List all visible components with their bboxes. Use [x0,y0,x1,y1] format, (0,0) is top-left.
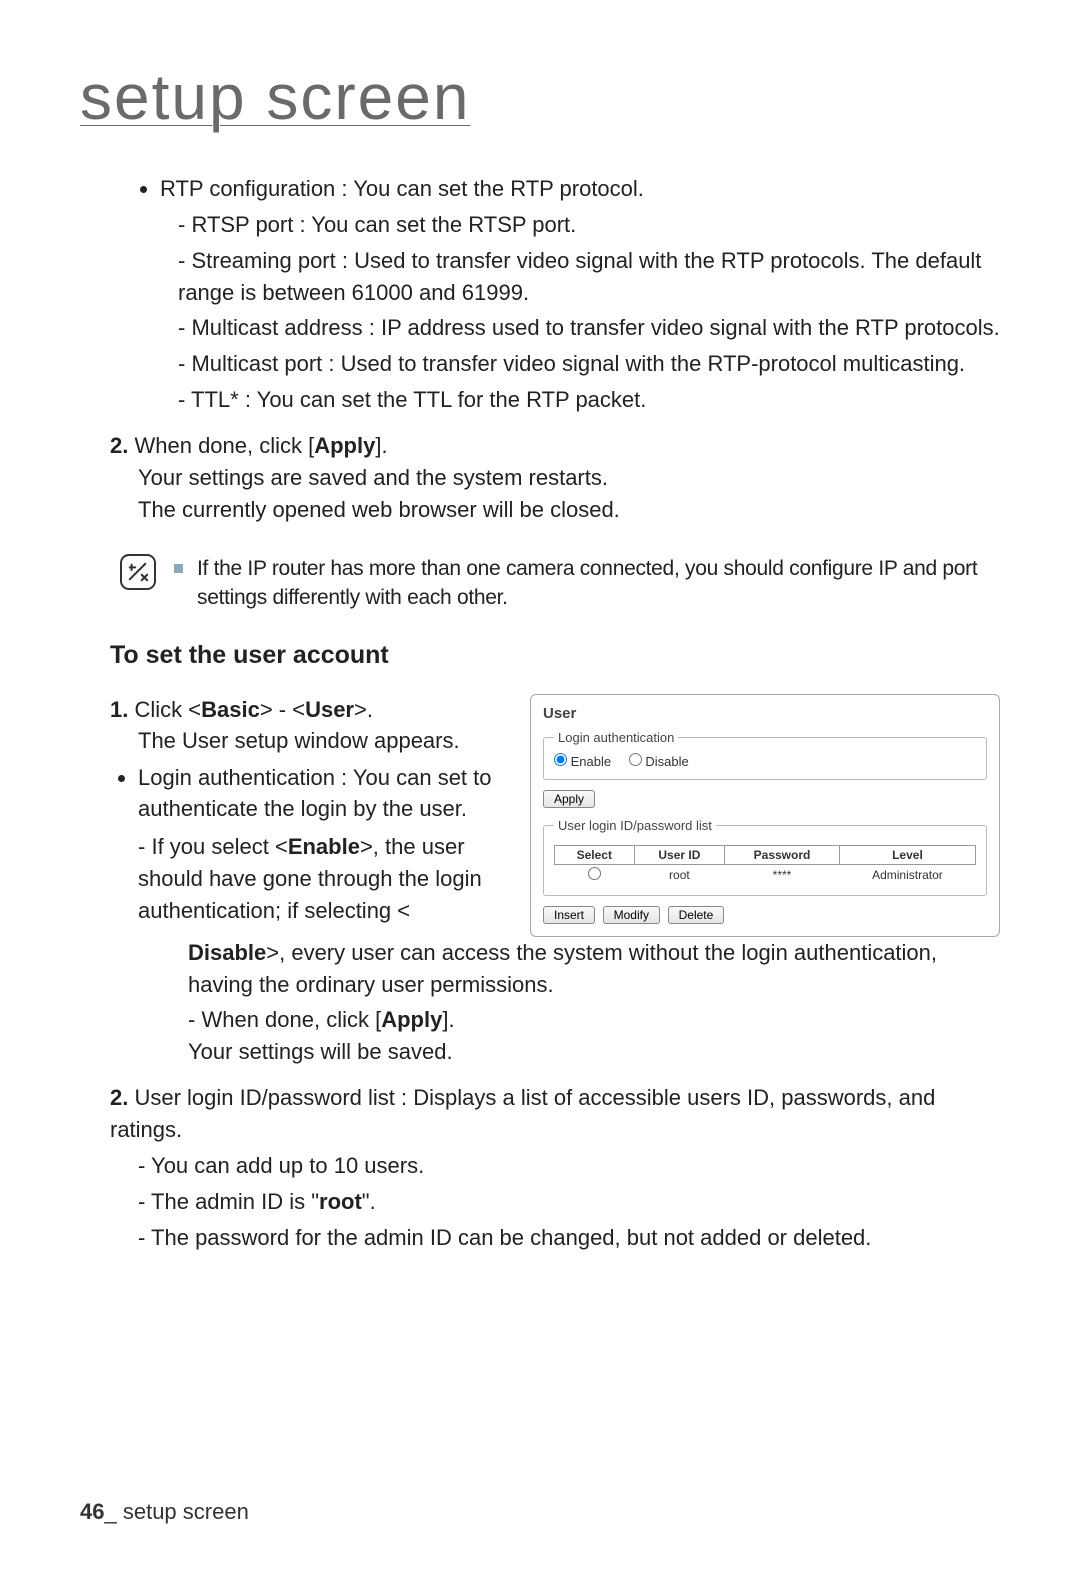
apply-label: Apply [314,433,375,458]
insert-button[interactable]: Insert [543,906,595,924]
section-heading: To set the user account [110,641,1000,670]
ua2-d3: The password for the admin ID can be cha… [138,1222,1000,1254]
page-number: 46 [80,1499,104,1524]
step2-line1a: When done, click [ [134,433,314,458]
basic-label: Basic [201,697,260,722]
apply-sub: Your settings will be saved. [188,1036,1000,1068]
body-content: RTP configuration : You can set the RTP … [80,174,1000,526]
rtp-item: Multicast port : Used to transfer video … [178,348,1000,380]
ua2-d2: The admin ID is "root". [138,1186,1000,1218]
ua-step-2: 2. User login ID/password list : Display… [110,1082,1000,1253]
cell-userid: root [634,864,725,885]
note-icon [120,554,156,590]
th-level: Level [839,845,975,864]
note-block: If the IP router has more than one camer… [120,554,1000,613]
login-auth-legend: Login authentication [554,730,678,745]
t: Click < [134,697,201,722]
note-text: If the IP router has more than one camer… [197,554,1000,613]
panel-title: User [543,705,987,722]
t: Enable [571,754,611,769]
rtp-item: TTL* : You can set the TTL for the RTP p… [178,384,1000,416]
step2-line1c: ]. [375,433,387,458]
enable-disable-note: If you select <Enable>, the user should … [138,831,506,927]
table-row: root **** Administrator [555,864,976,885]
rtp-item: Streaming port : Used to transfer video … [178,245,1000,309]
user-settings-panel: User Login authentication Enable Disable… [530,694,1000,937]
step-number: 2. [110,1085,128,1110]
ua-step-1: 1. Click <Basic> - <User>. The User setu… [110,694,506,927]
enable-label: Enable [288,834,360,859]
user-list-fieldset: User login ID/password list Select User … [543,818,987,896]
rtp-item: RTSP port : You can set the RTSP port. [178,209,1000,241]
disable-label: Disable [188,940,266,965]
apply-label: Apply [381,1007,442,1032]
step2-line3: The currently opened web browser will be… [110,494,1000,526]
user-list-legend: User login ID/password list [554,818,716,833]
footer-sep: _ [104,1499,122,1524]
rtp-bullet: RTP configuration : You can set the RTP … [140,174,1000,416]
enable-radio[interactable] [554,753,567,766]
ua-step2-intro: User login ID/password list : Displays a… [110,1085,935,1142]
root-label: root [319,1189,362,1214]
t: > - < [260,697,305,722]
rtp-intro: RTP configuration : You can set the RTP … [160,176,644,201]
step-number: 2. [110,433,128,458]
ua2-d1: You can add up to 10 users. [138,1150,1000,1182]
footer-label: setup screen [123,1499,249,1524]
th-userid: User ID [634,845,725,864]
step-number: 1. [110,697,128,722]
ua-step1-sub: The User setup window appears. [110,725,506,757]
login-auth-fieldset: Login authentication Enable Disable [543,730,987,780]
t: >, every user can access the system with… [188,940,937,997]
apply-note: When done, click [Apply]. Your settings … [188,1004,1000,1068]
cell-level: Administrator [839,864,975,885]
enable-radio-label[interactable]: Enable [554,754,611,769]
enable-disable-cont: Disable>, every user can access the syst… [170,937,1000,1001]
user-table: Select User ID Password Level root **** … [554,845,976,885]
th-select: Select [555,845,635,864]
th-password: Password [725,845,840,864]
note-bullet-icon [174,564,183,573]
step-2: 2. When done, click [Apply]. Your settin… [110,430,1000,526]
disable-radio[interactable] [629,753,642,766]
apply-button[interactable]: Apply [543,790,595,808]
delete-button[interactable]: Delete [668,906,725,924]
t: ". [362,1189,376,1214]
step2-line2: Your settings are saved and the system r… [110,462,1000,494]
t: ]. [442,1007,454,1032]
login-auth-bullet: Login authentication : You can set to au… [138,763,506,825]
page-title: setup screen [80,60,1000,134]
t: If you select < [151,834,287,859]
t: Disable [645,754,688,769]
page-footer: 46_ setup screen [80,1499,249,1525]
user-label: User [305,697,354,722]
disable-radio-label[interactable]: Disable [629,754,689,769]
t: The admin ID is " [151,1189,319,1214]
modify-button[interactable]: Modify [603,906,660,924]
t: When done, click [ [201,1007,381,1032]
cell-password: **** [725,864,840,885]
rtp-item: Multicast address : IP address used to t… [178,312,1000,344]
row-select-radio[interactable] [588,867,601,880]
t: >. [354,697,373,722]
